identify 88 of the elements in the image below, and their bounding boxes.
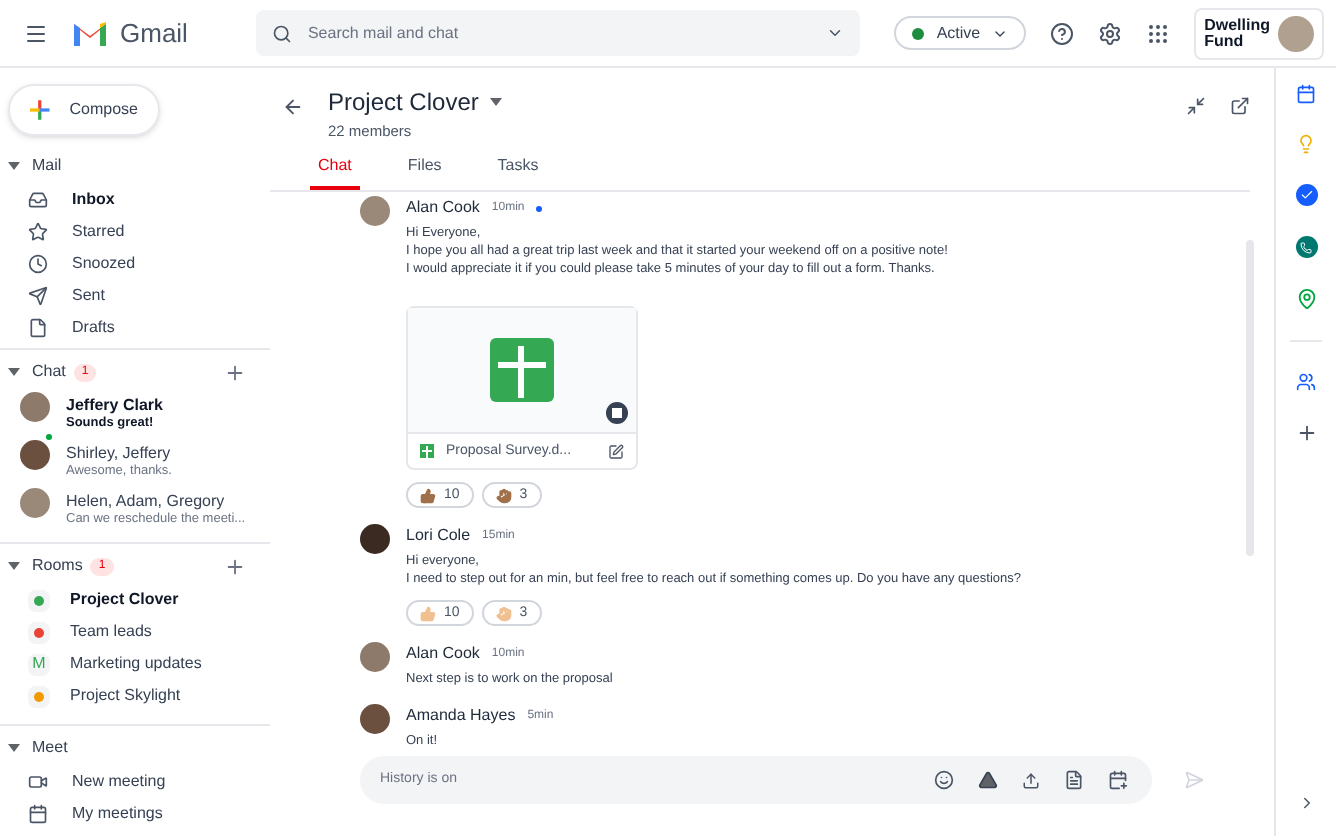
caret-icon[interactable]	[8, 366, 24, 378]
back-icon[interactable]	[282, 96, 304, 118]
tab[interactable]: Chat	[310, 154, 360, 191]
spreadsheet-icon	[490, 338, 554, 403]
avatar	[360, 524, 390, 555]
calendar-icon[interactable]	[1296, 84, 1316, 104]
meet-item[interactable]: My meetings	[0, 798, 270, 830]
spreadsheet-icon	[420, 444, 434, 459]
upload-icon[interactable]	[1022, 771, 1040, 789]
avatar	[1278, 15, 1314, 51]
help-icon[interactable]	[1050, 21, 1075, 45]
avatar	[20, 392, 50, 422]
avatar	[20, 488, 50, 518]
phone-icon[interactable]	[1295, 236, 1317, 258]
room-icon	[28, 685, 50, 707]
thumbs-up-icon	[420, 605, 436, 622]
search-icon	[271, 23, 292, 43]
badge-icon	[606, 402, 628, 425]
mail-folder[interactable]: Drafts	[0, 312, 270, 344]
sender-name: Alan Cook	[406, 196, 480, 221]
tab[interactable]: Tasks	[489, 154, 547, 191]
add-icon[interactable]	[224, 361, 246, 383]
avatar	[20, 440, 50, 470]
mail-logo-icon	[72, 20, 108, 46]
sender-name: Alan Cook	[406, 642, 480, 667]
contact-name: Helen, Adam, Gregory	[66, 492, 227, 510]
room-item[interactable]: Team leads	[0, 616, 270, 648]
app-name: Gmail	[120, 15, 188, 52]
room-letter-icon: M	[28, 653, 50, 675]
caret-icon[interactable]	[825, 24, 844, 42]
inbox-icon	[28, 190, 48, 210]
room-item[interactable]: Project Clover	[0, 584, 270, 616]
room-title: Project Clover	[328, 86, 479, 120]
map-pin-icon[interactable]	[1295, 288, 1317, 310]
send-icon	[28, 286, 48, 306]
caret-icon[interactable]	[8, 742, 24, 754]
avatar	[360, 704, 390, 735]
hand-icon	[495, 487, 512, 504]
video-icon	[28, 772, 48, 792]
clock-icon	[28, 254, 48, 274]
avatar	[360, 196, 390, 227]
mail-folder[interactable]: Starred	[0, 216, 270, 248]
pop-out-icon[interactable]	[1230, 96, 1250, 116]
section-title: Meet	[32, 736, 68, 760]
drive-icon[interactable]	[978, 770, 998, 790]
caret-icon[interactable]	[8, 560, 24, 572]
avatar	[360, 642, 390, 673]
thumbs-up-icon	[420, 487, 436, 504]
search-field[interactable]: Search mail and chat	[255, 10, 860, 56]
status-dropdown[interactable]: Active	[894, 16, 1027, 50]
section-title: Chat	[32, 360, 66, 384]
caret-icon[interactable]	[490, 98, 503, 106]
mail-folder[interactable]: Sent	[0, 280, 270, 312]
room-item[interactable]: M Marketing updates	[0, 648, 270, 680]
section-title: Rooms	[32, 554, 83, 578]
star-icon	[28, 222, 48, 242]
minimize-icon[interactable]	[1186, 96, 1206, 116]
document-icon[interactable]	[1064, 770, 1084, 790]
file-icon	[28, 318, 48, 338]
compose-button[interactable]: Compose	[8, 84, 160, 136]
plus-icon	[30, 98, 50, 122]
apps-icon[interactable]	[1146, 21, 1171, 45]
mail-folder[interactable]: Snoozed	[0, 248, 270, 280]
contacts-icon[interactable]	[1296, 372, 1316, 392]
sender-name: Amanda Hayes	[406, 704, 516, 729]
tab[interactable]: Files	[399, 154, 450, 191]
organization-logo: Dwelling Fund	[1204, 17, 1270, 49]
settings-icon[interactable]	[1098, 21, 1123, 45]
caret-icon[interactable]	[8, 160, 24, 172]
menu-icon[interactable]	[24, 21, 48, 45]
calendar-icon	[28, 804, 48, 824]
check-icon[interactable]	[1295, 184, 1317, 206]
calendar-icon[interactable]	[1108, 770, 1128, 790]
emoji-icon[interactable]	[934, 770, 954, 790]
contact-name: Shirley, Jeffery	[66, 444, 172, 462]
search-input[interactable]: Search mail and chat	[307, 21, 810, 45]
section-title: Mail	[32, 154, 62, 178]
room-icon	[28, 589, 50, 611]
open-icon[interactable]	[608, 443, 624, 460]
contact-name: Jeffery Clark	[66, 396, 163, 414]
add-icon[interactable]	[224, 555, 246, 577]
mail-folder[interactable]: Inbox	[0, 184, 270, 216]
hand-icon	[495, 605, 512, 622]
room-item[interactable]: Project Skylight	[0, 680, 270, 712]
meet-item[interactable]: New meeting	[0, 766, 270, 798]
add-icon[interactable]	[1295, 422, 1317, 444]
sender-name: Lori Cole	[406, 524, 471, 549]
room-icon	[28, 621, 50, 643]
